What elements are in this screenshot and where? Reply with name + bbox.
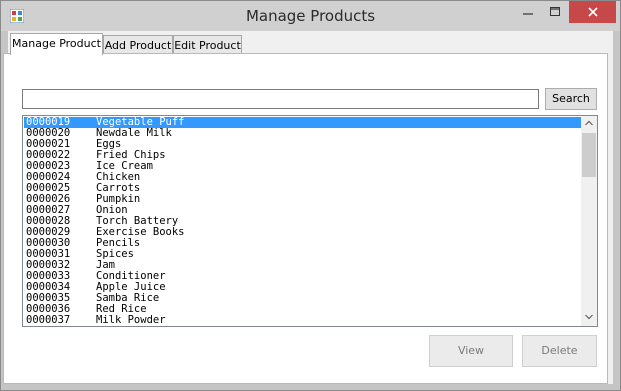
list-item[interactable]: 0000037 Milk Powder	[24, 315, 582, 326]
chevron-down-icon	[585, 314, 593, 320]
manage-products-window: Manage Products Manage Product Add Produ…	[0, 0, 621, 391]
view-button[interactable]: View	[429, 335, 513, 367]
scroll-up-button[interactable]	[581, 116, 597, 132]
scroll-down-button[interactable]	[581, 310, 597, 326]
tab-add-product[interactable]: Add Product	[103, 35, 173, 55]
product-list: 0000019 Vegetable Puff 0000020 Newdale Milk…	[24, 117, 582, 326]
close-icon	[587, 7, 598, 17]
maximize-button[interactable]	[542, 1, 568, 23]
title-bar[interactable]: Manage Products	[1, 1, 620, 31]
search-input[interactable]	[22, 89, 539, 109]
minimize-icon	[522, 13, 533, 15]
close-button[interactable]	[569, 1, 616, 23]
product-name: Milk Powder	[96, 314, 166, 326]
chevron-up-icon	[585, 120, 593, 126]
tab-manage-product[interactable]: Manage Product	[10, 33, 103, 55]
vertical-scrollbar[interactable]	[581, 116, 597, 326]
minimize-button[interactable]	[514, 1, 541, 23]
tab-edit-product[interactable]: Edit Product	[173, 35, 242, 55]
delete-button[interactable]: Delete	[522, 335, 597, 367]
search-button[interactable]: Search	[545, 88, 597, 110]
product-listbox[interactable]: 0000019 Vegetable Puff 0000020 Newdale Milk…	[22, 115, 598, 327]
scroll-thumb[interactable]	[582, 133, 596, 177]
product-id: 0000037	[26, 314, 71, 326]
maximize-icon	[550, 7, 560, 16]
